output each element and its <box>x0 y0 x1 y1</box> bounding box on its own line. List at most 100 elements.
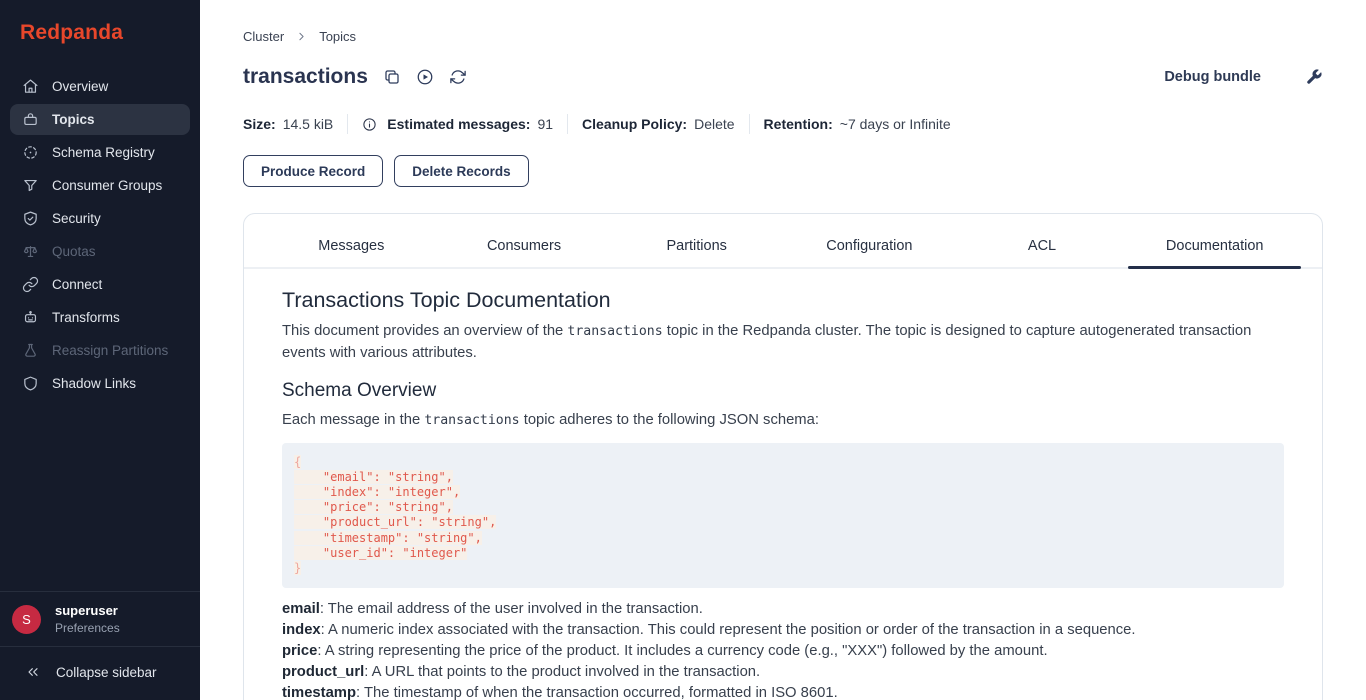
sidebar-item-label: Security <box>52 211 101 226</box>
field-term: timestamp <box>282 685 356 700</box>
home-icon <box>22 78 39 95</box>
sidebar-item-schema-registry[interactable]: Schema Registry <box>10 137 190 168</box>
tab-partitions[interactable]: Partitions <box>610 238 783 267</box>
sidebar-item-transforms[interactable]: Transforms <box>10 302 190 333</box>
tab-messages[interactable]: Messages <box>265 238 438 267</box>
tab-documentation[interactable]: Documentation <box>1128 238 1301 267</box>
sidebar-item-label: Shadow Links <box>52 376 136 391</box>
funnel-icon <box>22 177 39 194</box>
copy-topic-name-button[interactable] <box>383 68 401 86</box>
play-button[interactable] <box>416 68 434 86</box>
user-name: superuser <box>55 603 120 618</box>
code-line: "user_id": "integer" <box>294 546 1272 561</box>
collapse-sidebar-button[interactable]: Collapse sidebar <box>0 646 200 700</box>
stat-value: ~7 days or Infinite <box>840 116 951 132</box>
page-title: transactions <box>243 65 368 89</box>
stat-value: Delete <box>694 116 734 132</box>
sidebar-item-label: Topics <box>52 112 95 127</box>
stat-retention: Retention: ~7 days or Infinite <box>764 116 951 132</box>
sidebar-item-reassign-partitions: Reassign Partitions <box>10 335 190 366</box>
sidebar-item-shadow-links[interactable]: Shadow Links <box>10 368 190 399</box>
scales-icon <box>22 243 39 260</box>
schema-registry-icon <box>22 144 39 161</box>
stat-cleanup-policy: Cleanup Policy: Delete <box>582 116 735 132</box>
field-term: product_url <box>282 664 364 680</box>
flask-icon <box>22 342 39 359</box>
sidebar-item-quotas: Quotas <box>10 236 190 267</box>
tab-acl[interactable]: ACL <box>956 238 1129 267</box>
user-section[interactable]: S superuser Preferences <box>0 591 200 646</box>
collapse-sidebar-label: Collapse sidebar <box>56 665 157 680</box>
field-term: email <box>282 601 320 617</box>
sidebar-item-label: Connect <box>52 277 102 292</box>
shield-check-icon <box>22 210 39 227</box>
redpanda-logo: Redpanda <box>0 0 200 65</box>
shield-icon <box>22 375 39 392</box>
field-description: : A URL that points to the product invol… <box>364 664 760 680</box>
field-definition-product-url: product_url: A URL that points to the pr… <box>282 662 1284 683</box>
info-icon <box>362 117 377 132</box>
sidebar-item-security[interactable]: Security <box>10 203 190 234</box>
sidebar-item-topics[interactable]: Topics <box>10 104 190 135</box>
tab-consumers[interactable]: Consumers <box>438 238 611 267</box>
stat-label: Retention: <box>764 116 833 132</box>
sidebar: Redpanda Overview Topics Schema Registry Co… <box>0 0 200 700</box>
code-line: "price": "string", <box>294 500 1272 515</box>
stat-label: Size: <box>243 116 276 132</box>
delete-records-button[interactable]: Delete Records <box>394 155 528 187</box>
header-right: Debug bundle <box>1164 68 1323 86</box>
topic-card: MessagesConsumersPartitionsConfiguration… <box>243 213 1323 700</box>
link-icon <box>22 276 39 293</box>
sidebar-item-label: Consumer Groups <box>52 178 162 193</box>
doc-title: Transactions Topic Documentation <box>282 288 1284 313</box>
stat-label: Estimated messages: <box>387 116 530 132</box>
sidebar-item-label: Quotas <box>52 244 96 259</box>
schema-lead: Each message in the transactions topic a… <box>282 410 1284 432</box>
breadcrumb: Cluster Topics <box>243 29 1323 44</box>
field-definition-price: price: A string representing the price o… <box>282 641 1284 662</box>
sidebar-item-overview[interactable]: Overview <box>10 71 190 102</box>
user-info: superuser Preferences <box>55 603 120 635</box>
field-description: : A string representing the price of the… <box>317 643 1047 659</box>
sidebar-nav: Overview Topics Schema Registry Consumer Gr… <box>0 69 200 401</box>
stat-value: 14.5 kiB <box>283 116 334 132</box>
stat-value: 91 <box>537 116 553 132</box>
avatar[interactable]: S <box>12 605 41 634</box>
produce-record-button[interactable]: Produce Record <box>243 155 383 187</box>
sidebar-item-label: Transforms <box>52 310 120 325</box>
field-description: : The timestamp of when the transaction … <box>356 685 838 700</box>
field-description: : A numeric index associated with the tr… <box>321 622 1136 638</box>
debug-bundle-link[interactable]: Debug bundle <box>1164 69 1261 85</box>
topic-actions: Produce Record Delete Records <box>243 155 1323 187</box>
wrench-icon[interactable] <box>1305 68 1323 86</box>
sidebar-item-consumer-groups[interactable]: Consumer Groups <box>10 170 190 201</box>
code-line: } <box>294 561 1272 576</box>
topic-stats: Size: 14.5 kiB Estimated messages: 91 Cleanu… <box>243 114 1323 134</box>
chevrons-left-icon <box>25 664 41 680</box>
stat-separator <box>567 114 568 134</box>
tab-bar: MessagesConsumersPartitionsConfiguration… <box>244 214 1322 269</box>
doc-intro: This document provides an overview of th… <box>282 321 1284 364</box>
field-term: index <box>282 622 321 638</box>
chevron-right-icon <box>295 30 308 43</box>
stat-label: Cleanup Policy: <box>582 116 687 132</box>
topic-header: transactions Debug bundle <box>243 65 1323 89</box>
sidebar-item-label: Reassign Partitions <box>52 343 168 358</box>
stat-separator <box>347 114 348 134</box>
user-preferences-link[interactable]: Preferences <box>55 621 120 635</box>
code-line: "email": "string", <box>294 470 1272 485</box>
sidebar-spacer <box>0 401 200 591</box>
breadcrumb-item-cluster[interactable]: Cluster <box>243 29 284 44</box>
tab-configuration[interactable]: Configuration <box>783 238 956 267</box>
app-root: Redpanda Overview Topics Schema Registry Co… <box>0 0 1366 700</box>
field-term: price <box>282 643 317 659</box>
code-line: "product_url": "string", <box>294 515 1272 530</box>
sidebar-item-connect[interactable]: Connect <box>10 269 190 300</box>
code-line: "timestamp": "string", <box>294 531 1272 546</box>
field-definition-timestamp: timestamp: The timestamp of when the tra… <box>282 683 1284 700</box>
field-description: : The email address of the user involved… <box>320 601 703 617</box>
breadcrumb-item-topics[interactable]: Topics <box>319 29 356 44</box>
refresh-button[interactable] <box>449 68 467 86</box>
main-content: ClusterTopics transactions Debug bundle … <box>200 0 1366 700</box>
json-schema-codeblock: { "email": "string", "index": "integer",… <box>282 443 1284 589</box>
